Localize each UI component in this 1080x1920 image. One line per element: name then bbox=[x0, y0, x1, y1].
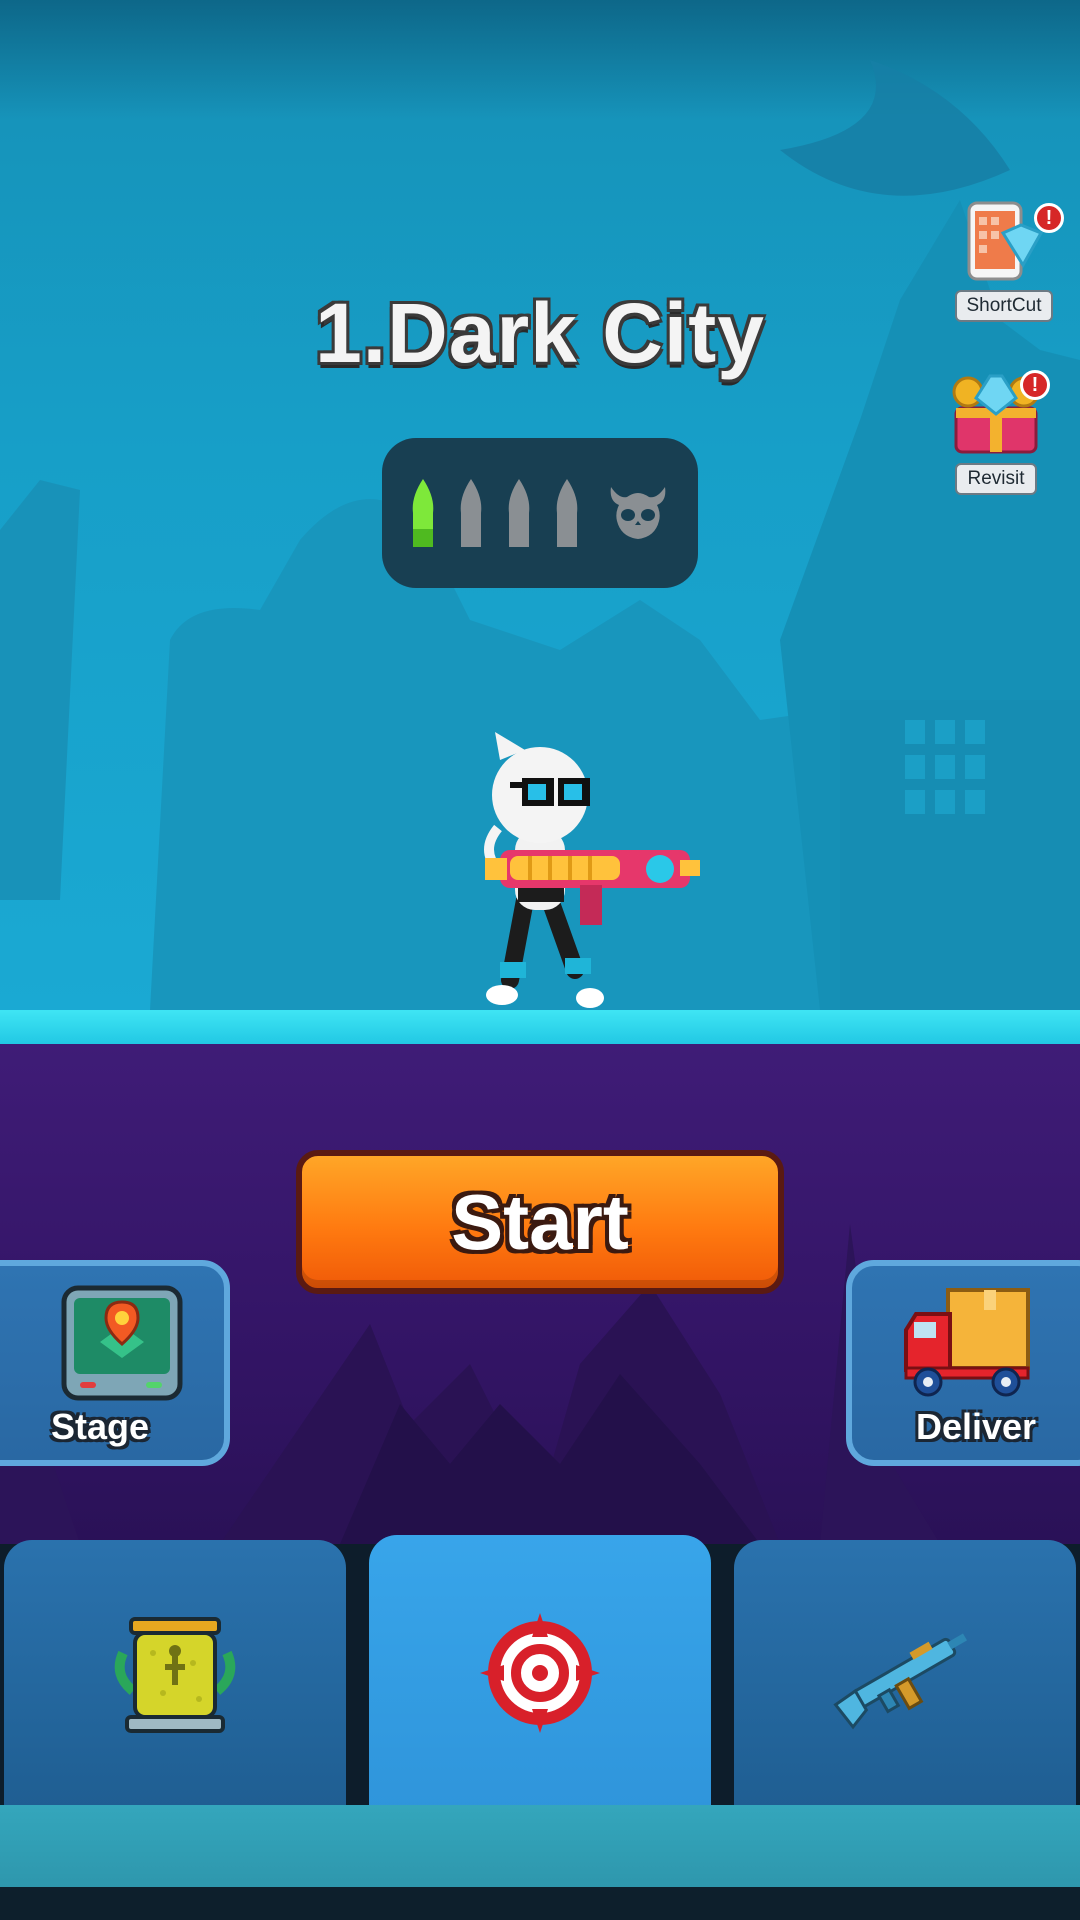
ground-line bbox=[0, 1010, 1080, 1044]
tab-trophy[interactable] bbox=[4, 1540, 346, 1810]
tab-battle[interactable] bbox=[369, 1535, 711, 1810]
alert-badge: ! bbox=[1020, 370, 1050, 400]
game-scene: 1.Dark City ShortCut ! Revisit ! bbox=[0, 0, 1080, 1010]
deliver-label: Deliver bbox=[915, 1406, 1037, 1447]
start-label: Start bbox=[451, 1177, 629, 1266]
start-button[interactable]: Start bbox=[296, 1150, 784, 1294]
deliver-button[interactable]: Deliver bbox=[846, 1260, 1080, 1466]
shortcut-button[interactable]: ShortCut ! bbox=[948, 195, 1064, 322]
crosshair-target-icon bbox=[480, 1612, 600, 1733]
stage-label: Stage bbox=[50, 1406, 150, 1447]
trophy-cup-icon bbox=[114, 1617, 236, 1733]
alert-badge: ! bbox=[1034, 203, 1064, 233]
tab-weapons[interactable] bbox=[734, 1540, 1076, 1810]
delivery-truck-icon bbox=[904, 1288, 1030, 1397]
level-title: 1.Dark City bbox=[315, 286, 765, 380]
revisit-label: Revisit bbox=[955, 463, 1037, 495]
stage-button[interactable]: Stage bbox=[0, 1260, 230, 1466]
bullet-icon-completed bbox=[412, 479, 434, 547]
bottom-bar bbox=[0, 1805, 1080, 1887]
bullet-icon bbox=[460, 479, 482, 547]
skull-icon bbox=[610, 487, 666, 539]
stage-progress-panel bbox=[382, 438, 698, 588]
assault-rifle-icon bbox=[833, 1633, 967, 1730]
phone-diamond-icon bbox=[967, 201, 1044, 281]
bullet-icon bbox=[556, 479, 578, 547]
revisit-button[interactable]: Revisit ! bbox=[940, 368, 1052, 495]
bullet-icon bbox=[508, 479, 530, 547]
map-monitor-icon bbox=[61, 1285, 183, 1401]
bottom-edge bbox=[0, 1887, 1080, 1920]
shortcut-label: ShortCut bbox=[954, 290, 1054, 322]
